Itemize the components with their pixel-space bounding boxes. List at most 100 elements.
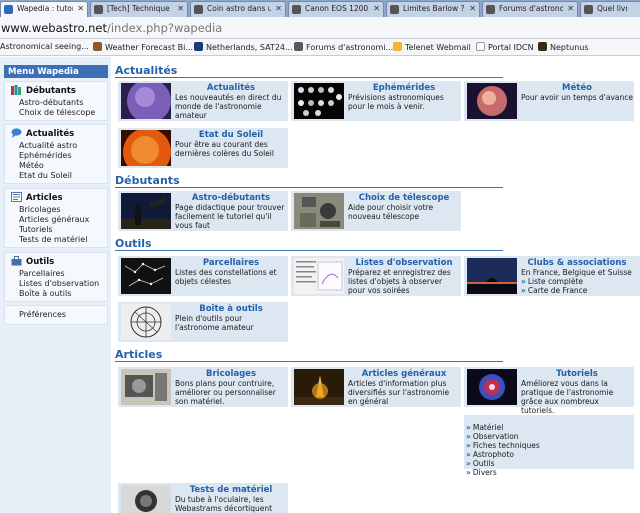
nav-item-listes-observation[interactable]: Listes d'observation	[19, 279, 99, 288]
card-tutoriels[interactable]: Tutoriels Améliorez vous dans la pratiqu…	[464, 367, 634, 415]
nav-item-bricolages[interactable]: Bricolages	[19, 205, 61, 214]
card-ephemerides[interactable]: Ephémérides Prévisions astronomiques pou…	[291, 81, 461, 121]
card-title[interactable]: Météo	[522, 83, 632, 93]
card-title[interactable]: Etat du Soleil	[176, 130, 286, 140]
card-description: Plein d'outils pour l'astronome amateur	[175, 314, 254, 332]
close-icon[interactable]: ✕	[567, 4, 574, 13]
card-astro-debutants[interactable]: Astro-débutants Page didactique pour tro…	[118, 191, 288, 231]
browser-tab[interactable]: Quel livre av	[580, 1, 640, 17]
nav-group-actualites: Actualités Actualité astro Ephémérides M…	[4, 124, 108, 184]
arrow-icon: »	[521, 277, 526, 286]
link-tutoriel-outils[interactable]: » Outils	[466, 459, 495, 468]
bookmark-item[interactable]: Netherlands, SAT24...	[194, 42, 293, 52]
nav-item-ephemerides[interactable]: Ephémérides	[19, 151, 72, 160]
card-description: En France, Belgique et Suisse	[521, 268, 632, 277]
link-tutoriel-materiel[interactable]: » Matériel	[466, 423, 503, 432]
ephemerides-thumbnail	[294, 83, 344, 119]
nav-item-meteo[interactable]: Météo	[19, 161, 44, 170]
listes-observation-thumbnail	[294, 258, 344, 294]
browser-tab[interactable]: Limites Barlow ? ✕	[386, 1, 480, 17]
link-tutoriel-observation[interactable]: » Observation	[466, 432, 519, 441]
card-bricolages[interactable]: Bricolages Bons plans pour contruire, am…	[118, 367, 288, 407]
browser-tab-strip: Wapedia : tutor ✕ [Tech] Technique ✕ Coi…	[0, 0, 640, 17]
card-choix-telescope[interactable]: Choix de télescope Aide pour choisir vot…	[291, 191, 461, 231]
card-boite-outils[interactable]: Boîte à outils Plein d'outils pour l'ast…	[118, 302, 288, 342]
card-clubs-associations[interactable]: Clubs & associations En France, Belgique…	[464, 256, 640, 296]
site-favicon-icon	[194, 5, 203, 14]
link-tutoriel-fiches-techniques[interactable]: » Fiches techniques	[466, 441, 540, 450]
link-liste-complete[interactable]: » Liste complète	[521, 277, 583, 286]
nav-group-title[interactable]: Outils	[11, 256, 54, 267]
nav-item-choix-telescope[interactable]: Choix de télescope	[19, 108, 95, 117]
nav-item-articles-generaux[interactable]: Articles généraux	[19, 215, 89, 224]
nav-item-tests-materiel[interactable]: Tests de matériel	[19, 235, 87, 244]
arrow-icon: »	[521, 286, 526, 295]
browser-tab[interactable]: Wapedia : tutor ✕	[0, 1, 88, 17]
arrow-icon: »	[466, 468, 471, 477]
nav-group-title[interactable]: Débutants	[11, 85, 76, 96]
card-description: Préparez et enregistrez des listes d'obj…	[348, 268, 451, 295]
bricolages-thumbnail	[121, 369, 171, 405]
browser-tab[interactable]: [Tech] Technique ✕	[90, 1, 188, 17]
nav-item-tutoriels[interactable]: Tutoriels	[19, 225, 53, 234]
card-listes-observation[interactable]: Listes d'observation Préparez et enregis…	[291, 256, 461, 296]
card-actualites[interactable]: Actualités Les nouveautés en direct du m…	[118, 81, 288, 121]
card-etat-soleil[interactable]: Etat du Soleil Pour être au courant des …	[118, 128, 288, 168]
bookmark-favicon-icon	[194, 42, 203, 51]
arrow-icon: »	[466, 423, 471, 432]
card-title[interactable]: Parcellaires	[176, 258, 286, 268]
card-title[interactable]: Astro-débutants	[176, 193, 286, 203]
link-tutoriel-astrophoto[interactable]: » Astrophoto	[466, 450, 514, 459]
link-carte-de-france[interactable]: » Carte de France	[521, 286, 587, 295]
card-title[interactable]: Tests de matériel	[176, 485, 286, 495]
close-icon[interactable]: ✕	[77, 4, 84, 13]
card-description: Aide pour choisir votre nouveau télescop…	[348, 203, 434, 221]
close-icon[interactable]: ✕	[177, 4, 184, 13]
browser-tab[interactable]: Forums d'astrono ✕	[482, 1, 578, 17]
card-title[interactable]: Articles généraux	[349, 369, 459, 379]
card-title[interactable]: Boîte à outils	[176, 304, 286, 314]
site-favicon-icon	[486, 5, 495, 14]
card-title[interactable]: Clubs & associations	[522, 258, 632, 268]
nav-group-title[interactable]: Actualités	[11, 128, 74, 139]
card-title[interactable]: Actualités	[176, 83, 286, 93]
nav-item-preferences[interactable]: Préférences	[19, 310, 66, 319]
bookmark-item[interactable]: Astronomical seeing...	[0, 42, 89, 51]
card-title[interactable]: Tutoriels	[522, 369, 632, 379]
card-tests-materiel[interactable]: Tests de matériel Du tube à l'oculaire, …	[118, 483, 288, 513]
browser-tab[interactable]: Canon EOS 1200 ✕	[288, 1, 384, 17]
card-title[interactable]: Bricolages	[176, 369, 286, 379]
card-description: Bons plans pour contruire, améliorer ou …	[175, 379, 276, 406]
bookmark-item[interactable]: Weather Forecast Bi...	[93, 42, 193, 52]
browser-tab[interactable]: Coin astro dans u ✕	[190, 1, 286, 17]
bookmark-item[interactable]: Forums d'astronomi...	[294, 42, 393, 52]
nav-item-astro-debutants[interactable]: Astro-débutants	[19, 98, 83, 107]
nav-group-articles: Articles Bricolages Articles généraux Tu…	[4, 188, 108, 248]
nav-item-parcellaires[interactable]: Parcellaires	[19, 269, 65, 278]
books-icon	[11, 85, 21, 95]
card-title[interactable]: Choix de télescope	[349, 193, 459, 203]
card-title[interactable]: Listes d'observation	[349, 258, 459, 268]
card-description: Du tube à l'oculaire, les Webastrams déc…	[175, 495, 273, 513]
bookmark-item[interactable]: Neptunus	[538, 42, 589, 52]
close-icon[interactable]: ✕	[469, 4, 476, 13]
nav-item-actualite-astro[interactable]: Actualité astro	[19, 141, 77, 150]
tests-materiel-thumbnail	[121, 485, 171, 513]
card-parcellaires[interactable]: Parcellaires Listes des constellations e…	[118, 256, 288, 296]
section-title-outils: Outils	[115, 237, 503, 251]
address-path: /index.php?wapedia	[106, 21, 223, 35]
close-icon[interactable]: ✕	[275, 4, 282, 13]
close-icon[interactable]: ✕	[373, 4, 380, 13]
bookmark-item[interactable]: Portal IDCN	[476, 42, 534, 52]
card-title[interactable]: Ephémérides	[349, 83, 459, 93]
nav-item-etat-soleil[interactable]: Etat du Soleil	[19, 171, 72, 180]
link-tutoriel-divers[interactable]: » Divers	[466, 468, 497, 477]
nav-item-boite-outils[interactable]: Boîte à outils	[19, 289, 71, 298]
toolbox-icon	[11, 256, 22, 266]
card-meteo[interactable]: Météo Pour avoir un temps d'avance	[464, 81, 634, 121]
card-articles-generaux[interactable]: Articles généraux Articles d'information…	[291, 367, 461, 407]
bookmark-item[interactable]: Telenet Webmail	[393, 42, 471, 52]
address-bar[interactable]: www.webastro.net/index.php?wapedia	[0, 17, 640, 39]
nav-group-title[interactable]: Articles	[11, 192, 63, 203]
section-title-actualites: Actualités	[115, 64, 503, 78]
